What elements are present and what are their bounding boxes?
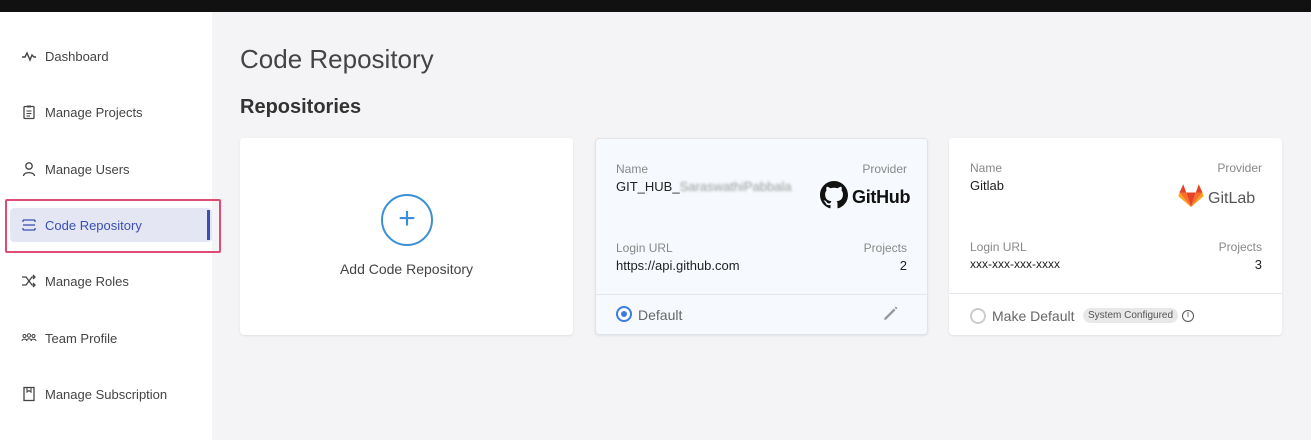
- card-divider: [596, 294, 927, 295]
- projects-label: Projects: [863, 241, 907, 255]
- default-label: Default: [638, 307, 683, 323]
- name-label: Name: [970, 161, 1003, 175]
- sidebar-item-label: Team Profile: [45, 330, 118, 346]
- stack-icon: [20, 216, 38, 234]
- login-url-value: https://api.github.com: [616, 258, 740, 273]
- sidebar-item-label: Code Repository: [45, 217, 142, 233]
- activity-icon: [20, 47, 38, 65]
- github-icon: [820, 181, 848, 214]
- login-url-label: Login URL: [970, 240, 1027, 254]
- team-icon: [20, 329, 38, 347]
- sidebar-item-label: Manage Projects: [45, 104, 143, 120]
- shuffle-icon: [20, 272, 38, 290]
- gitlab-logo: GitLab: [1178, 184, 1255, 213]
- sidebar-item-manage-users[interactable]: Manage Users: [10, 152, 212, 186]
- sidebar-item-label: Manage Users: [45, 161, 130, 177]
- edit-icon[interactable]: [882, 304, 900, 327]
- projects-count: 2: [899, 258, 907, 273]
- sidebar-item-manage-subscription[interactable]: Manage Subscription: [10, 377, 212, 411]
- add-icon[interactable]: +: [381, 194, 433, 246]
- top-bar: [0, 0, 1311, 12]
- clipboard-icon: [20, 103, 38, 121]
- repository-card-github[interactable]: Name GIT_HUB_SaraswathiPabbala Provider …: [595, 138, 928, 335]
- projects-count: 3: [1254, 257, 1262, 272]
- sidebar-item-code-repository[interactable]: Code Repository: [10, 208, 212, 242]
- make-default-label: Make Default: [992, 308, 1075, 324]
- card-divider: [949, 293, 1282, 294]
- user-icon: [20, 160, 38, 178]
- provider-name: GitHub: [852, 187, 911, 207]
- add-repository-label: Add Code Repository: [339, 261, 474, 277]
- sidebar-item-label: Manage Roles: [45, 273, 129, 289]
- default-radio[interactable]: [616, 306, 632, 322]
- provider-name: GitLab: [1208, 189, 1256, 207]
- section-title: Repositories: [240, 96, 362, 118]
- login-url-label: Login URL: [616, 241, 673, 255]
- page-title: Code Repository: [240, 44, 434, 74]
- make-default-radio[interactable]: [970, 308, 986, 324]
- info-icon[interactable]: i: [1182, 310, 1194, 322]
- sidebar: Dashboard Manage Projects Manage Users C…: [0, 12, 212, 440]
- name-label: Name: [616, 162, 649, 176]
- github-logo: GitHub: [820, 181, 910, 214]
- provider-label: Provider: [1217, 161, 1262, 175]
- sidebar-item-team-profile[interactable]: Team Profile: [10, 321, 212, 355]
- sidebar-item-manage-projects[interactable]: Manage Projects: [10, 95, 212, 129]
- sidebar-item-manage-roles[interactable]: Manage Roles: [10, 264, 212, 298]
- repository-name: GIT_HUB_SaraswathiPabbala: [616, 179, 792, 194]
- sidebar-item-label: Manage Subscription: [45, 386, 168, 402]
- repository-card-gitlab[interactable]: Name Gitlab Provider GitLab Login URL xx…: [949, 138, 1282, 335]
- sidebar-item-dashboard[interactable]: Dashboard: [10, 39, 212, 73]
- add-repository-card[interactable]: + Add Code Repository: [240, 138, 573, 335]
- bookmark-icon: [20, 385, 38, 403]
- repository-name: Gitlab: [970, 178, 1004, 193]
- provider-label: Provider: [862, 162, 907, 176]
- sidebar-item-label: Dashboard: [45, 48, 109, 64]
- redacted-name: SaraswathiPabbala: [679, 179, 792, 194]
- system-configured-badge: System Configured: [1083, 308, 1179, 323]
- gitlab-icon: [1178, 184, 1204, 213]
- login-url-value: xxx-xxx-xxx-xxxx: [970, 257, 1060, 271]
- projects-label: Projects: [1218, 240, 1262, 254]
